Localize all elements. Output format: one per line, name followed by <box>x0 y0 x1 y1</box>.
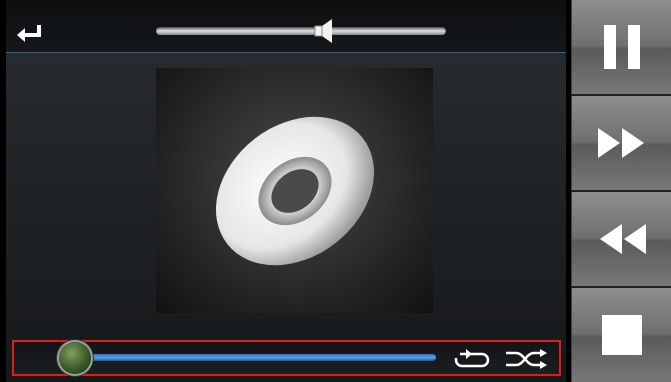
seek-handle[interactable] <box>59 342 91 374</box>
fast-forward-button[interactable] <box>571 96 671 190</box>
rewind-button[interactable] <box>571 192 671 286</box>
shuffle-icon <box>506 349 547 369</box>
volume-slider[interactable] <box>156 27 446 35</box>
album-art <box>156 68 433 313</box>
stop-button[interactable] <box>571 288 671 382</box>
volume-handle[interactable] <box>311 16 337 46</box>
repeat-icon <box>454 349 490 368</box>
stop-icon <box>601 315 642 355</box>
back-button[interactable] <box>14 20 46 48</box>
shuffle-button[interactable] <box>504 346 548 372</box>
pause-button[interactable] <box>571 0 671 94</box>
repeat-button[interactable] <box>450 346 494 372</box>
disc-icon <box>215 116 374 265</box>
playback-bar <box>12 340 561 376</box>
player-main-area <box>6 0 566 382</box>
fast-forward-icon <box>597 128 644 158</box>
top-bar <box>6 0 566 53</box>
side-controls <box>571 0 671 382</box>
pause-icon <box>603 25 640 69</box>
rewind-icon <box>599 224 646 254</box>
speaker-icon <box>314 19 333 43</box>
seek-slider[interactable] <box>56 354 436 361</box>
return-arrow-icon <box>17 25 41 42</box>
